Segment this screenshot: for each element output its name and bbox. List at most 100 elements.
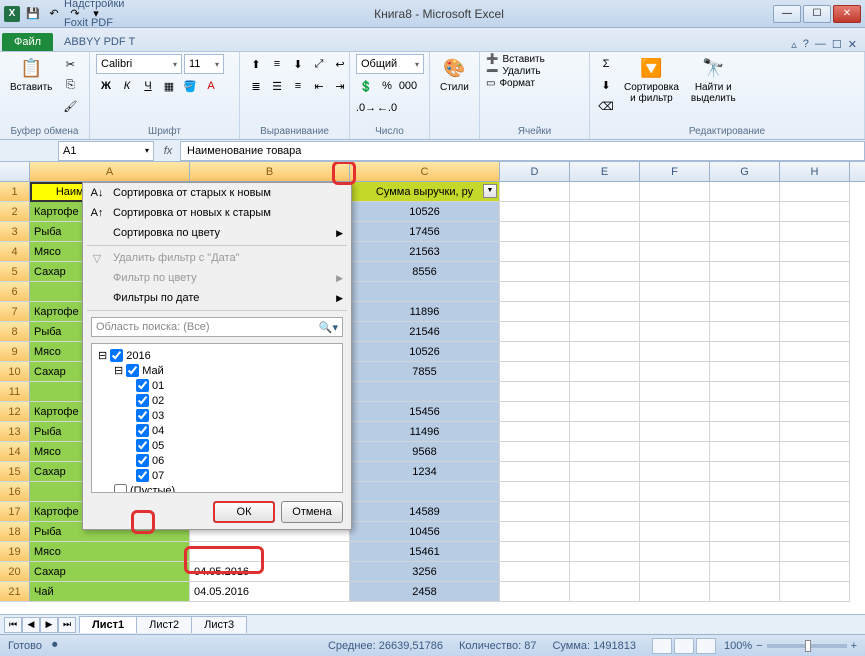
ok-button[interactable]: ОК xyxy=(213,501,275,523)
cell-F21[interactable] xyxy=(640,582,710,602)
cell-G19[interactable] xyxy=(710,542,780,562)
tree-day-03[interactable]: 03 xyxy=(96,408,338,423)
day-checkbox-03[interactable] xyxy=(136,409,149,422)
font-size-combo[interactable]: 11▾ xyxy=(184,54,224,74)
cell-C12[interactable]: 15456 xyxy=(350,402,500,422)
increase-indent-icon[interactable]: ⇥ xyxy=(330,76,350,96)
fill-color-icon[interactable]: 🪣 xyxy=(180,76,200,96)
decrease-decimal-icon[interactable]: ←.0 xyxy=(377,98,397,118)
cell-C11[interactable] xyxy=(350,382,500,402)
cell-A21[interactable]: Чай xyxy=(30,582,190,602)
view-page-layout-icon[interactable] xyxy=(674,638,694,654)
italic-icon[interactable]: К xyxy=(117,76,137,96)
copy-icon[interactable]: ⎘ xyxy=(60,75,80,95)
row-header-9[interactable]: 9 xyxy=(0,342,30,362)
cell-D10[interactable] xyxy=(500,362,570,382)
cell-A19[interactable]: Мясо xyxy=(30,542,190,562)
cell-E1[interactable] xyxy=(570,182,640,202)
cell-C9[interactable]: 10526 xyxy=(350,342,500,362)
column-header-B[interactable]: B xyxy=(190,162,350,181)
cell-C2[interactable]: 10526 xyxy=(350,202,500,222)
macro-record-icon[interactable]: ⏺ xyxy=(52,639,58,652)
filter-search-input[interactable]: Область поиска: (Все) 🔍▾ xyxy=(91,317,343,337)
month-checkbox[interactable] xyxy=(126,364,139,377)
cell-D5[interactable] xyxy=(500,262,570,282)
cell-H21[interactable] xyxy=(780,582,850,602)
cell-C8[interactable]: 21546 xyxy=(350,322,500,342)
cell-F6[interactable] xyxy=(640,282,710,302)
cell-E4[interactable] xyxy=(570,242,640,262)
cell-D8[interactable] xyxy=(500,322,570,342)
cell-E12[interactable] xyxy=(570,402,640,422)
row-header-6[interactable]: 6 xyxy=(0,282,30,302)
cut-icon[interactable]: ✂ xyxy=(60,54,80,74)
sheet-nav-next[interactable]: ▶ xyxy=(40,617,58,633)
day-checkbox-05[interactable] xyxy=(136,439,149,452)
comma-icon[interactable]: 000 xyxy=(398,76,418,96)
sort-descending-item[interactable]: A↑Сортировка от новых к старым xyxy=(83,203,351,223)
cell-D16[interactable] xyxy=(500,482,570,502)
cell-E16[interactable] xyxy=(570,482,640,502)
name-box[interactable]: A1▾ xyxy=(58,141,154,161)
day-checkbox-06[interactable] xyxy=(136,454,149,467)
cell-E7[interactable] xyxy=(570,302,640,322)
cell-C10[interactable]: 7855 xyxy=(350,362,500,382)
column-header-C[interactable]: C xyxy=(350,162,500,181)
row-header-15[interactable]: 15 xyxy=(0,462,30,482)
row-header-7[interactable]: 7 xyxy=(0,302,30,322)
sheet-tab-Лист3[interactable]: Лист3 xyxy=(191,616,247,633)
cell-D6[interactable] xyxy=(500,282,570,302)
cell-C3[interactable]: 17456 xyxy=(350,222,500,242)
align-middle-icon[interactable]: ≡ xyxy=(267,54,287,74)
sheet-nav-last[interactable]: ⏭ xyxy=(58,617,76,633)
cell-F2[interactable] xyxy=(640,202,710,222)
cell-G20[interactable] xyxy=(710,562,780,582)
cell-H18[interactable] xyxy=(780,522,850,542)
cell-D12[interactable] xyxy=(500,402,570,422)
bold-icon[interactable]: Ж xyxy=(96,76,116,96)
cell-G12[interactable] xyxy=(710,402,780,422)
decrease-indent-icon[interactable]: ⇤ xyxy=(309,76,329,96)
cell-F13[interactable] xyxy=(640,422,710,442)
cell-F18[interactable] xyxy=(640,522,710,542)
column-header-E[interactable]: E xyxy=(570,162,640,181)
cell-B19[interactable] xyxy=(190,542,350,562)
filter-button-C[interactable]: ▼ xyxy=(483,184,497,198)
ribbon-tab-10[interactable]: ABBYY PDF T xyxy=(55,32,144,51)
font-name-combo[interactable]: Calibri▾ xyxy=(96,54,182,74)
file-tab[interactable]: Файл xyxy=(2,33,53,51)
cell-B20[interactable]: 04.05.2016 xyxy=(190,562,350,582)
cell-F7[interactable] xyxy=(640,302,710,322)
mdi-close-icon[interactable]: ✕ xyxy=(848,38,857,51)
row-header-2[interactable]: 2 xyxy=(0,202,30,222)
cell-D13[interactable] xyxy=(500,422,570,442)
cell-G18[interactable] xyxy=(710,522,780,542)
tree-year-node[interactable]: ⊟2016 xyxy=(96,348,338,363)
mdi-min-icon[interactable]: — xyxy=(815,38,826,51)
cell-E19[interactable] xyxy=(570,542,640,562)
sheet-nav-first[interactable]: ⏮ xyxy=(4,617,22,633)
find-select-button[interactable]: 🔭 Найти и выделить xyxy=(687,54,740,106)
tree-day-06[interactable]: 06 xyxy=(96,453,338,468)
save-icon[interactable]: 💾 xyxy=(24,5,42,23)
cell-F4[interactable] xyxy=(640,242,710,262)
cell-F9[interactable] xyxy=(640,342,710,362)
cell-E13[interactable] xyxy=(570,422,640,442)
cell-E3[interactable] xyxy=(570,222,640,242)
cell-E21[interactable] xyxy=(570,582,640,602)
format-painter-icon[interactable]: 🖌 xyxy=(60,96,80,116)
paste-button[interactable]: 📋 Вставить xyxy=(6,54,56,95)
cell-G16[interactable] xyxy=(710,482,780,502)
worksheet-grid[interactable]: ABCDEFGH 1Наименование товар▼Дата▼Сумма … xyxy=(0,162,865,614)
autosum-icon[interactable]: Σ xyxy=(596,54,616,74)
cell-H11[interactable] xyxy=(780,382,850,402)
column-header-A[interactable]: A xyxy=(30,162,190,181)
cell-E6[interactable] xyxy=(570,282,640,302)
tree-month-node[interactable]: ⊟Май xyxy=(96,363,338,378)
cell-C1[interactable]: Сумма выручки, ру▼ xyxy=(350,182,500,202)
cell-G3[interactable] xyxy=(710,222,780,242)
cell-H16[interactable] xyxy=(780,482,850,502)
row-header-17[interactable]: 17 xyxy=(0,502,30,522)
row-header-4[interactable]: 4 xyxy=(0,242,30,262)
fill-icon[interactable]: ⬇ xyxy=(596,75,616,95)
